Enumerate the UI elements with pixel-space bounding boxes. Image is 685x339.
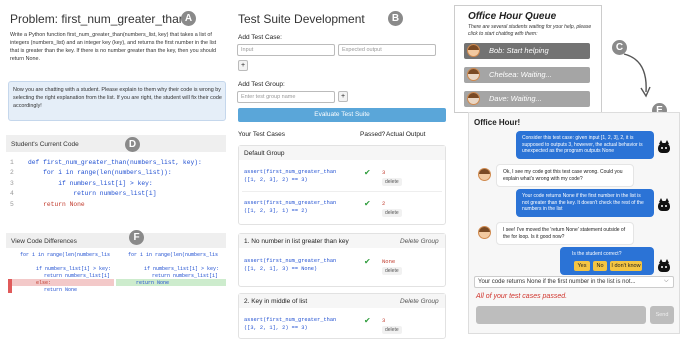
diff-right-line-2: if numbers_list[i] > key: [144,266,220,272]
add-case-label: Add Test Case: [238,34,282,41]
group-name: 1. No number in list greater than key [244,238,349,245]
group-name: 2. Key in middle of list [244,298,308,305]
option-yes-button[interactable]: Yes [574,261,590,271]
test-case-assert: assert(first_num_greater_than ([1, 2, 1],… [244,258,337,272]
delete-case-button[interactable]: delete [382,209,402,217]
delete-case-button[interactable]: delete [382,178,402,186]
case-divider [242,191,442,192]
avatar [478,226,491,239]
code-line-5: 5 return None [10,201,85,208]
chat-message-ta: Your code returns None if the first numb… [516,189,654,217]
avatar [467,68,480,81]
cat-avatar-icon [658,198,670,211]
student-code-header: Student's Current Code [11,141,79,148]
code-editor[interactable]: 1 def first_num_greater_than(numbers_list… [6,155,226,215]
chat-message-student: Ok, I see my code got this test case wro… [496,164,634,187]
pass-check-icon: ✔ [364,199,371,208]
queue-title: Office Hour Queue [468,11,557,22]
diff-left-line-1: for i in range(len(numbers_lis [20,252,111,258]
pass-check-icon: ✔ [364,168,371,177]
avatar [467,92,480,105]
send-button[interactable]: Send [650,306,674,324]
cat-avatar-icon [658,259,670,272]
suite-title: Test Suite Development [238,12,365,26]
diff-header[interactable]: View Code Differences [11,238,77,245]
diff-view: for i in range(len(numbers_lis if number… [6,250,226,295]
diff-left-line-5: return None [44,287,78,293]
badge-f: F [129,230,144,245]
avatar [467,44,480,57]
diff-left-line-4: else: [36,280,52,286]
diff-right-line-4: return None [136,280,170,286]
chat-message-ta: Consider this test case: given input [1,… [516,131,654,159]
diff-removed-bg [8,279,114,286]
add-group-label: Add Test Group: [238,81,285,88]
arrow-icon [623,53,651,98]
delete-group-button[interactable]: Delete Group [400,238,439,245]
expected-output-field[interactable]: Expected output [338,44,436,56]
add-test-case-button[interactable]: + [238,60,248,71]
explanation-select-value: Your code returns None if the first numb… [478,279,636,285]
avatar [478,168,491,181]
status-text: All of your test cases passed. [476,293,568,300]
badge-a: A [181,11,196,26]
delete-case-button[interactable]: delete [382,267,402,275]
test-input-field[interactable]: Input [237,44,335,56]
badge-b: B [388,11,403,26]
col-cases: Your Test Cases [238,131,285,138]
pass-check-icon: ✔ [364,257,371,266]
test-case-assert: assert(first_num_greater_than ([3, 2, 1],… [244,317,337,331]
group-name: Default Group [244,150,285,157]
queue-item-chelsea[interactable]: Chelsea: Waiting... [464,67,590,83]
chevron-down-icon: ⌵ [664,278,669,284]
option-no-button[interactable]: No [593,261,607,271]
diff-left-line-2: if numbers_list[i] > key: [36,266,112,272]
col-actual: Actual Output [386,131,426,138]
delete-case-button[interactable]: delete [382,326,402,334]
evaluate-button[interactable]: Evaluate Test Suite [238,108,446,122]
group-name-field[interactable]: Enter test group name [237,91,335,103]
actual-output: 2 [382,200,386,207]
problem-description: Write a Python function first_num_greate… [10,32,217,62]
question-text: Is the student correct? [572,251,622,257]
delete-group-button[interactable]: Delete Group [400,298,439,305]
diff-removed-bar [8,279,12,293]
message-input[interactable] [476,306,646,324]
chat-message-student: I see! I've moved the 'return None' stat… [496,222,634,245]
instruction-text: Now you are chatting with a student. Ple… [13,87,222,109]
test-case-assert: assert(first_num_greater_than ([1, 2, 3],… [244,169,337,183]
chat-title: Office Hour! [474,118,521,127]
queue-item-bob[interactable]: Bob: Start helping [464,43,590,59]
cat-avatar-icon [658,140,670,153]
code-line-2: 2 for i in range(len(numbers_list)): [10,169,172,176]
test-case-assert: assert(first_num_greater_than ([1, 2, 3],… [244,200,337,214]
actual-output: 3 [382,317,386,324]
diff-added-bg [116,279,226,286]
problem-title: Problem: first_num_greater_than [10,12,186,26]
code-line-4: 4 return numbers_list[i] [10,190,157,197]
queue-item-dave[interactable]: Dave: Waiting... [464,91,590,107]
col-passed: Passed? [360,131,386,138]
actual-output: 3 [382,169,386,176]
add-group-button[interactable]: + [338,91,348,102]
badge-d: D [125,137,140,152]
pass-check-icon: ✔ [364,316,371,325]
queue-subtitle: There are several students waiting for y… [468,24,592,37]
option-dont-know-button[interactable]: I don't know [610,261,642,271]
actual-output: None [382,258,396,265]
diff-right-line-1: for i in range(len(numbers_lis [128,252,219,258]
